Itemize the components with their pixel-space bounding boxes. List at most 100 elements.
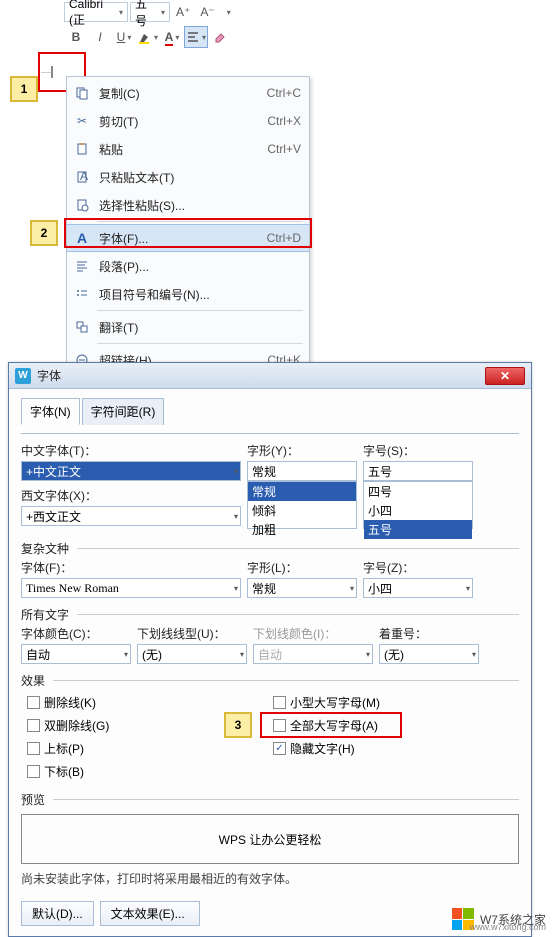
- translate-icon: [71, 316, 93, 338]
- font-size-selector[interactable]: 五号▾: [130, 2, 170, 22]
- step-highlight-3: [260, 712, 402, 738]
- west-font-select[interactable]: +西文正文▾: [21, 506, 241, 526]
- eraser-button[interactable]: [208, 26, 232, 48]
- ctx-bullets[interactable]: 项目符号和编号(N)...: [67, 280, 309, 308]
- app-icon: W: [15, 368, 31, 384]
- font-name-value: Calibri (正: [69, 0, 115, 28]
- font-name-selector[interactable]: Calibri (正▾: [64, 2, 128, 22]
- c-size-label: 字号(Z)：: [363, 559, 473, 576]
- ctx-paste[interactable]: 粘贴 Ctrl+V: [67, 135, 309, 163]
- style-opt[interactable]: 加粗: [248, 520, 356, 539]
- c-font-select[interactable]: Times New Roman▾: [21, 578, 241, 598]
- c-font-label: 字体(F)：: [21, 559, 241, 576]
- close-button[interactable]: ✕: [485, 367, 525, 385]
- chevron-down-icon: ▾: [234, 584, 238, 593]
- bold-button[interactable]: B: [64, 26, 88, 48]
- emphasis-label: 着重号：: [379, 625, 479, 642]
- font-color-button[interactable]: A▾: [160, 26, 184, 48]
- chevron-down-icon: ▾: [227, 8, 231, 17]
- c-size-select[interactable]: 小四▾: [363, 578, 473, 598]
- text-cursor-mark: [41, 66, 61, 78]
- tab-font[interactable]: 字体(N): [21, 398, 80, 425]
- ctx-paste-text[interactable]: A 只粘贴文本(T): [67, 163, 309, 191]
- font-preview: WPS 让办公更轻松: [21, 814, 519, 864]
- font-size-value: 五号: [135, 0, 157, 29]
- chevron-down-icon: ▾: [175, 33, 179, 42]
- style-opt[interactable]: 常规: [248, 482, 356, 501]
- ctx-paste-special[interactable]: 选择性粘贴(S)...: [67, 191, 309, 219]
- emphasis-select[interactable]: (无)▾: [379, 644, 479, 664]
- chevron-down-icon: ▾: [154, 33, 158, 42]
- chevron-down-icon: ▾: [202, 33, 206, 42]
- style-listbox[interactable]: 常规 倾斜 加粗: [247, 481, 357, 529]
- font-note: 尚未安装此字体，打印时将采用最相近的有效字体。: [21, 870, 519, 887]
- dialog-title: 字体: [37, 367, 485, 384]
- chevron-down-icon: ▾: [466, 584, 470, 593]
- font-dialog: W 字体 ✕ 字体(N) 字符间距(R) 中文字体(T)： +中文正文▾ 字形(…: [8, 362, 532, 937]
- chevron-down-icon: ▾: [240, 650, 244, 659]
- paste-special-icon: [71, 194, 93, 216]
- chevron-down-icon: ▾: [472, 650, 476, 659]
- paragraph-icon: [71, 255, 93, 277]
- preview-section-label: 预览: [21, 791, 519, 808]
- size-opt[interactable]: 五号: [364, 520, 472, 539]
- dialog-tabs: 字体(N) 字符间距(R): [21, 397, 519, 424]
- size-input[interactable]: 五号: [363, 461, 473, 481]
- chevron-down-icon: ▾: [161, 8, 165, 17]
- chk-strikethrough[interactable]: 删除线(K): [27, 694, 261, 711]
- increase-font-button[interactable]: A⁺: [172, 2, 194, 22]
- size-listbox[interactable]: 四号 小四 五号: [363, 481, 473, 529]
- style-input[interactable]: 常规: [247, 461, 357, 481]
- ctx-paragraph[interactable]: 段落(P)...: [67, 252, 309, 280]
- cn-font-label: 中文字体(T)：: [21, 442, 241, 459]
- step-callout-2: 2: [30, 220, 58, 246]
- scissors-icon: ✂: [71, 110, 93, 132]
- dialog-titlebar: W 字体 ✕: [9, 363, 531, 389]
- ctx-copy[interactable]: 复制(C) Ctrl+C: [67, 79, 309, 107]
- size-opt[interactable]: 四号: [364, 482, 472, 501]
- chk-hidden-text[interactable]: 隐藏文字(H): [273, 740, 487, 757]
- style-opt[interactable]: 倾斜: [248, 501, 356, 520]
- chevron-down-icon: ▾: [366, 650, 370, 659]
- tab-spacing[interactable]: 字符间距(R): [82, 398, 165, 425]
- underline-color-label: 下划线颜色(I)：: [253, 625, 373, 642]
- underline-style-label: 下划线线型(U)：: [137, 625, 247, 642]
- font-color-select[interactable]: 自动▾: [21, 644, 131, 664]
- c-style-select[interactable]: 常规▾: [247, 578, 357, 598]
- watermark: W7系统之家 www.w7xitong.com: [452, 908, 546, 930]
- chevron-down-icon: ▾: [350, 584, 354, 593]
- underline-style-select[interactable]: (无)▾: [137, 644, 247, 664]
- menu-separator: [97, 343, 303, 344]
- align-button[interactable]: ▾: [184, 26, 208, 48]
- effects-section-label: 效果: [21, 672, 519, 689]
- list-icon: [71, 283, 93, 305]
- svg-text:A: A: [80, 170, 88, 183]
- chk-subscript[interactable]: 下标(B): [27, 763, 261, 780]
- italic-button[interactable]: I: [88, 26, 112, 48]
- west-font-label: 西文字体(X)：: [21, 487, 241, 504]
- font-color-label: 字体颜色(C)：: [21, 625, 131, 642]
- default-button[interactable]: 默认(D)...: [21, 901, 94, 926]
- chk-small-caps[interactable]: 小型大写字母(M): [273, 694, 487, 711]
- step-callout-1: 1: [10, 76, 38, 102]
- size-label: 字号(S)：: [363, 442, 473, 459]
- cn-font-select[interactable]: +中文正文▾: [21, 461, 241, 481]
- text-effects-button[interactable]: 文本效果(E)...: [100, 901, 200, 926]
- chevron-down-icon: ▾: [119, 8, 123, 17]
- ctx-translate[interactable]: 翻译(T): [67, 313, 309, 341]
- complex-section-label: 复杂文种: [21, 540, 519, 557]
- ctx-cut[interactable]: ✂ 剪切(T) Ctrl+X: [67, 107, 309, 135]
- size-opt[interactable]: 小四: [364, 501, 472, 520]
- step-highlight-2: [64, 218, 312, 248]
- step-callout-3: 3: [224, 712, 252, 738]
- decrease-font-button[interactable]: A⁻: [196, 2, 218, 22]
- chk-superscript[interactable]: 上标(P): [27, 740, 261, 757]
- alltext-section-label: 所有文字: [21, 606, 519, 623]
- highlight-button[interactable]: ▾: [136, 26, 160, 48]
- clipboard-icon: [71, 138, 93, 160]
- line-spacing-button[interactable]: ▾: [221, 2, 235, 22]
- underline-button[interactable]: U▾: [112, 26, 136, 48]
- menu-separator: [97, 310, 303, 311]
- c-style-label: 字形(L)：: [247, 559, 357, 576]
- chevron-down-icon: ▾: [124, 650, 128, 659]
